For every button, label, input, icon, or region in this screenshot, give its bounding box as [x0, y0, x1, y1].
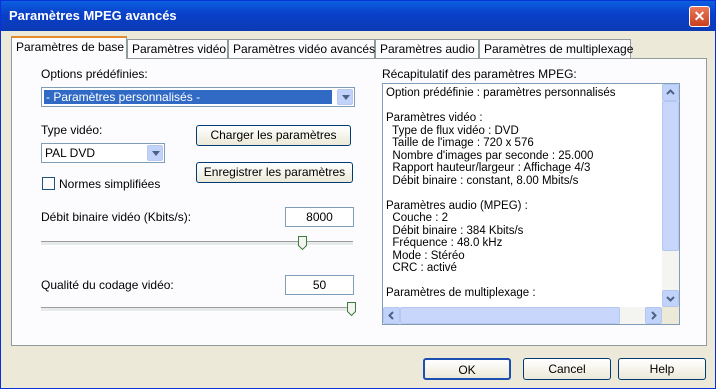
chevron-left-icon	[388, 311, 394, 320]
ok-button[interactable]: OK	[423, 358, 511, 380]
window-title: Paramètres MPEG avancés	[9, 8, 177, 23]
chevron-down-icon[interactable]	[337, 89, 353, 105]
bitrate-slider-thumb[interactable]	[298, 236, 307, 250]
chevron-down-icon	[666, 296, 675, 302]
title-bar[interactable]: Paramètres MPEG avancés ✕	[1, 1, 715, 31]
video-type-value: PAL DVD	[45, 146, 96, 160]
presets-dropdown[interactable]: - Paramètres personnalisés -	[41, 87, 355, 107]
summary-text: Option prédéfinie : paramètres personnal…	[386, 87, 616, 299]
tab-advanced-video-settings[interactable]: Paramètres vidéo avancés	[228, 39, 375, 58]
quality-label: Qualité du codage vidéo:	[41, 278, 174, 292]
summary-label: Récapitulatif des paramètres MPEG:	[382, 67, 577, 81]
help-button[interactable]: Help	[618, 358, 706, 380]
cancel-button[interactable]: Cancel	[523, 358, 611, 380]
tab-video-settings[interactable]: Paramètres vidéo	[127, 39, 228, 58]
simplified-norms-checkbox[interactable]	[42, 177, 55, 190]
simplified-norms-label: Normes simplifiées	[59, 177, 161, 191]
save-settings-button[interactable]: Enregistrer les paramètres	[196, 162, 353, 183]
close-icon: ✕	[693, 8, 706, 24]
scroll-corner	[662, 307, 679, 324]
horizontal-scrollbar[interactable]	[383, 307, 662, 324]
bitrate-input[interactable]: 8000	[285, 207, 354, 227]
quality-input[interactable]: 50	[285, 275, 354, 295]
vertical-scroll-thumb[interactable]	[662, 101, 679, 251]
quality-slider-track[interactable]	[41, 307, 353, 312]
video-type-label: Type vidéo:	[41, 123, 103, 137]
tab-audio-settings[interactable]: Paramètres audio	[375, 39, 479, 58]
scroll-right-button[interactable]	[645, 307, 662, 324]
presets-value: - Paramètres personnalisés -	[44, 90, 332, 104]
presets-label: Options prédéfinies:	[41, 67, 148, 81]
horizontal-scroll-thumb[interactable]	[400, 307, 620, 324]
close-button[interactable]: ✕	[689, 6, 710, 27]
bitrate-label: Débit binaire vidéo (Kbits/s):	[41, 210, 192, 224]
video-type-dropdown[interactable]: PAL DVD	[41, 143, 165, 163]
tab-basic-settings[interactable]: Paramètres de base	[11, 36, 127, 59]
tab-panel: Options prédéfinies: - Paramètres person…	[11, 58, 707, 346]
scroll-left-button[interactable]	[383, 307, 400, 324]
chevron-up-icon	[666, 89, 675, 95]
scroll-up-button[interactable]	[662, 84, 679, 101]
chevron-down-icon[interactable]	[147, 145, 163, 161]
chevron-right-icon	[651, 311, 657, 320]
scroll-down-button[interactable]	[662, 290, 679, 307]
dialog-window: Paramètres MPEG avancés ✕ Paramètres de …	[0, 0, 716, 389]
load-settings-button[interactable]: Charger les paramètres	[196, 125, 351, 146]
vertical-scrollbar[interactable]	[662, 84, 679, 307]
quality-slider-thumb[interactable]	[347, 302, 356, 316]
summary-textbox[interactable]: Option prédéfinie : paramètres personnal…	[382, 83, 680, 325]
tab-multiplex-settings[interactable]: Paramètres de multiplexage	[479, 39, 633, 58]
